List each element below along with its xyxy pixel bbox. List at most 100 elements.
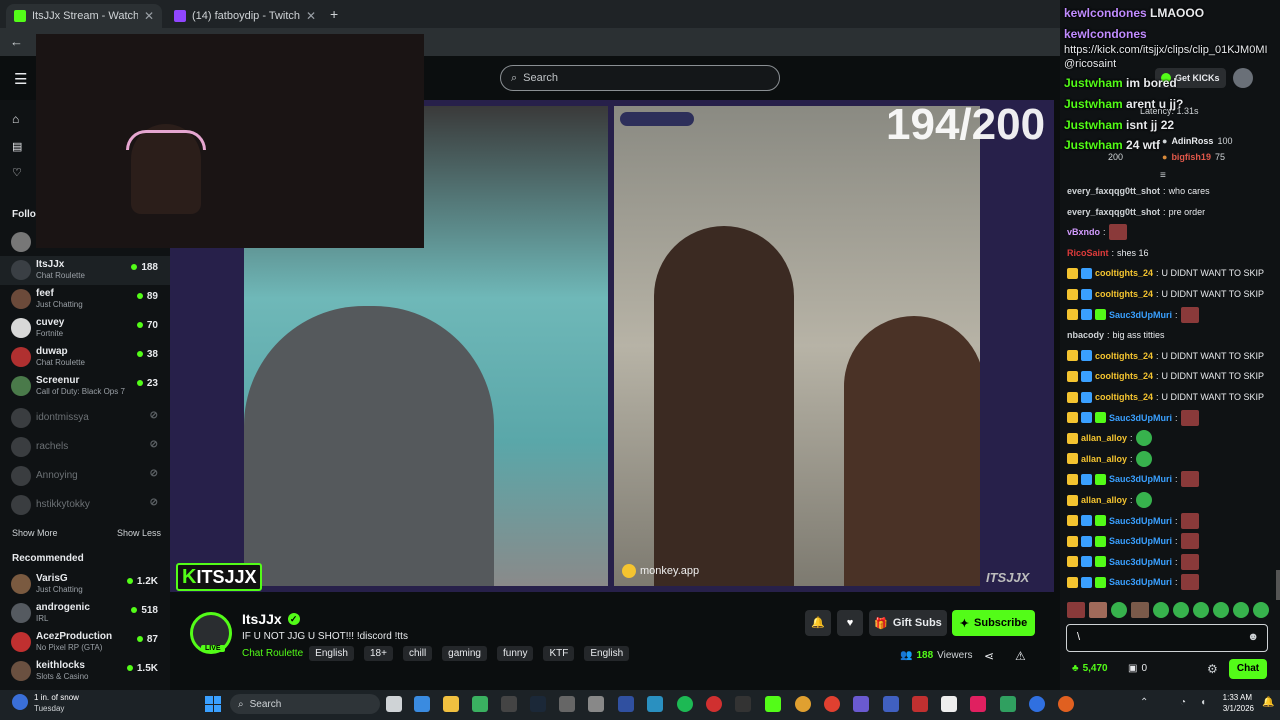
chat-username[interactable]: allan_alloy [1081, 495, 1127, 505]
chat-message[interactable]: allan_alloy: [1067, 430, 1152, 447]
chat-username[interactable]: Sauc3dUpMuri [1109, 413, 1172, 423]
app-icon[interactable] [559, 696, 575, 712]
chat-username[interactable]: Sauc3dUpMuri [1109, 557, 1172, 567]
chat-input[interactable]: \ ☻ [1066, 624, 1268, 652]
app-icon[interactable] [1058, 696, 1074, 712]
emote-icon[interactable] [1193, 602, 1209, 618]
close-tab-icon[interactable]: ✕ [144, 9, 154, 23]
sidebar-item-recommended[interactable]: androgenic IRL 518 [0, 599, 170, 628]
chat-username[interactable]: Sauc3dUpMuri [1109, 310, 1172, 320]
chat-username[interactable]: cooltights_24 [1095, 351, 1153, 361]
steam-icon[interactable] [530, 696, 546, 712]
new-tab-button[interactable]: + [330, 6, 338, 22]
follow-button[interactable]: ♥ [837, 610, 863, 636]
chat-message[interactable]: Sauc3dUpMuri: [1067, 409, 1199, 426]
tag[interactable]: 18+ [363, 646, 393, 661]
wifi-icon[interactable]: ◔ [1180, 697, 1186, 708]
tag[interactable]: funny [496, 646, 534, 661]
settings-gear-icon[interactable]: ⚙ [1207, 662, 1218, 676]
app-icon[interactable] [1029, 696, 1045, 712]
chat-message[interactable]: RicoSaint: shes 16 [1067, 245, 1149, 261]
task-view-icon[interactable] [386, 696, 402, 712]
chat-scrollbar[interactable] [1276, 570, 1280, 600]
chat-username[interactable]: cooltights_24 [1095, 392, 1153, 402]
sidebar-item-offline[interactable]: Annoying ⊘ [0, 462, 170, 491]
file-explorer-icon[interactable] [443, 696, 459, 712]
chat-message[interactable]: cooltights_24: U DIDNT WANT TO SKIP [1067, 348, 1264, 364]
browse-icon[interactable]: ▤ [12, 140, 22, 153]
chat-username[interactable]: cooltights_24 [1095, 289, 1153, 299]
chat-message[interactable]: Sauc3dUpMuri: [1067, 533, 1199, 550]
sidebar-item-recommended[interactable]: keithlocks Slots & Casino 1.5K [0, 657, 170, 686]
report-icon[interactable]: ⚠ [1015, 649, 1026, 663]
edge-icon[interactable] [647, 696, 663, 712]
app-icon[interactable] [618, 696, 634, 712]
chat-message[interactable]: Sauc3dUpMuri: [1067, 512, 1199, 529]
settings-icon[interactable] [588, 696, 604, 712]
volume-icon[interactable]: ◖ [1200, 697, 1206, 708]
tag[interactable]: KTF [543, 646, 575, 661]
browser-tab-twitch[interactable]: (14) fatboydip - Twitch ✕ [166, 4, 322, 28]
chat-message[interactable]: cooltights_24: U DIDNT WANT TO SKIP [1067, 265, 1264, 281]
chat-message[interactable]: cooltights_24: U DIDNT WANT TO SKIP [1067, 286, 1264, 302]
copilot-icon[interactable] [414, 696, 430, 712]
tag[interactable]: English [309, 646, 354, 661]
gift-subs-button[interactable]: 🎁 Gift Subs [869, 610, 947, 636]
streamer-name[interactable]: ItsJJx ✓ [242, 611, 300, 627]
chat-username[interactable]: cooltights_24 [1095, 371, 1153, 381]
chat-username[interactable]: every_faxqqg0tt_shot [1067, 207, 1160, 217]
emote-icon[interactable] [1233, 602, 1249, 618]
following-icon[interactable]: ♡ [12, 166, 22, 179]
taskbar-search[interactable]: ⌕ Search [230, 694, 380, 714]
capcut-icon[interactable] [735, 696, 751, 712]
taskbar-date[interactable]: 3/1/2026 [1214, 704, 1254, 713]
chat-message[interactable]: Sauc3dUpMuri: [1067, 574, 1199, 591]
kick-icon[interactable] [765, 696, 781, 712]
tag[interactable]: gaming [442, 646, 487, 661]
chat-username[interactable]: Sauc3dUpMuri [1109, 577, 1172, 587]
chat-username[interactable]: nbacody [1067, 330, 1104, 340]
emote-icon[interactable] [1089, 602, 1107, 618]
sidebar-item-cuvey[interactable]: cuvey Fortnite 70 [0, 314, 170, 343]
home-icon[interactable]: ⌂ [12, 112, 19, 126]
back-icon[interactable]: ← [10, 34, 23, 49]
emote-icon[interactable] [1153, 602, 1169, 618]
sidebar-item-duwap[interactable]: duwap Chat Roulette 38 [0, 343, 170, 372]
chat-username[interactable]: allan_alloy [1081, 454, 1127, 464]
chat-message[interactable]: every_faxqqg0tt_shot: pre order [1067, 204, 1205, 220]
spotify-icon[interactable] [677, 696, 693, 712]
chat-username[interactable]: Sauc3dUpMuri [1109, 536, 1172, 546]
sidebar-item-feef[interactable]: feef Just Chatting 89 [0, 285, 170, 314]
sidebar-item-screenur[interactable]: Screenur Call of Duty: Black Ops 7 23 [0, 372, 170, 401]
show-less-button[interactable]: Show Less [117, 528, 161, 538]
share-icon[interactable]: ⋖ [984, 649, 994, 663]
app-icon[interactable] [883, 696, 899, 712]
chat-message[interactable]: Sauc3dUpMuri: [1067, 553, 1199, 570]
subscribe-button[interactable]: ✦ Subscribe [952, 610, 1035, 636]
windows-start-icon[interactable] [205, 696, 221, 712]
send-chat-button[interactable]: Chat [1229, 659, 1267, 679]
app-icon[interactable] [795, 696, 811, 712]
opera-icon[interactable] [706, 696, 722, 712]
taskbar-time[interactable]: 1:33 AM [1220, 693, 1252, 702]
chat-username[interactable]: allan_alloy [1081, 433, 1127, 443]
sidebar-item-offline[interactable]: idontmissya ⊘ [0, 404, 170, 433]
collapse-icon[interactable]: ≡ [1160, 170, 1166, 181]
menu-icon[interactable]: ☰ [14, 70, 27, 88]
emote-icon[interactable] [1213, 602, 1229, 618]
xbox-icon[interactable] [472, 696, 488, 712]
tiktok-icon[interactable] [970, 696, 986, 712]
notification-bell-button[interactable]: 🔔 [805, 610, 831, 636]
tag[interactable]: English [584, 646, 630, 661]
emote-icon[interactable] [1067, 602, 1085, 618]
sidebar-item-recommended[interactable]: VarisG Just Chatting 1.2K [0, 570, 170, 599]
chat-message[interactable]: every_faxqqg0tt_shot: who cares [1067, 183, 1210, 199]
chat-message[interactable]: cooltights_24: U DIDNT WANT TO SKIP [1067, 389, 1264, 405]
chat-username[interactable]: RicoSaint [1067, 248, 1109, 258]
app-icon[interactable] [501, 696, 517, 712]
chat-message[interactable]: vBxndo: [1067, 224, 1127, 241]
chat-message[interactable]: Sauc3dUpMuri: [1067, 306, 1199, 323]
emoji-icon[interactable]: ☻ [1247, 631, 1259, 643]
chat-username[interactable]: vBxndo [1067, 227, 1100, 237]
stream-category[interactable]: Chat Roulette [242, 648, 303, 659]
